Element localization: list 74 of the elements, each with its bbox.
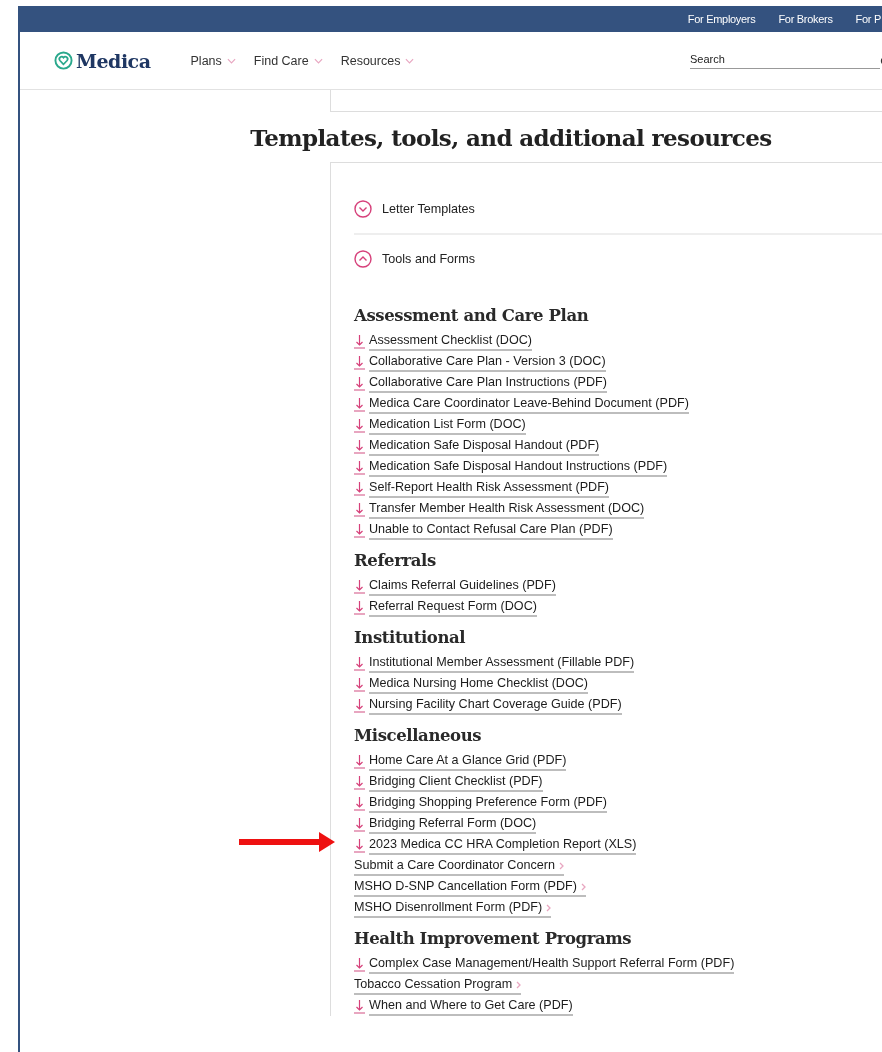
download-arrow-icon bbox=[354, 754, 365, 769]
chevron-down-icon bbox=[405, 57, 415, 64]
document-link[interactable]: Submit a Care Coordinator Concern bbox=[354, 858, 564, 876]
download-arrow-icon bbox=[354, 418, 365, 433]
top-nav-link[interactable]: For P bbox=[855, 13, 881, 25]
expand-icon bbox=[354, 200, 372, 218]
download-arrow-icon bbox=[354, 600, 365, 615]
document-link[interactable]: Medication Safe Disposal Handout (PDF) bbox=[369, 438, 600, 456]
download-arrow-icon bbox=[354, 656, 365, 671]
page-heading: Templates, tools, and additional resources bbox=[249, 124, 773, 151]
document-link[interactable]: Medication List Form (DOC) bbox=[369, 417, 526, 435]
section-heading: Miscellaneous bbox=[354, 725, 483, 747]
document-link[interactable]: Medica Nursing Home Checklist (DOC) bbox=[369, 676, 589, 694]
top-nav-link[interactable]: For Employers bbox=[687, 13, 756, 25]
document-link[interactable]: Referral Request Form (DOC) bbox=[369, 599, 537, 617]
document-link[interactable]: Bridging Shopping Preference Form (PDF) bbox=[369, 795, 607, 813]
document-link[interactable]: Assessment Checklist (DOC) bbox=[369, 333, 533, 351]
section-heading: Assessment and Care Plan bbox=[354, 305, 590, 327]
nav-menu-item[interactable]: Plans bbox=[190, 53, 236, 68]
download-arrow-icon bbox=[354, 397, 365, 412]
download-arrow-icon bbox=[354, 502, 365, 517]
document-link[interactable]: Home Care At a Glance Grid (PDF) bbox=[369, 753, 567, 771]
document-link[interactable]: Self-Report Health Risk Assessment (PDF) bbox=[369, 480, 610, 498]
document-link[interactable]: Collaborative Care Plan - Version 3 (DOC) bbox=[369, 354, 606, 372]
download-arrow-icon bbox=[354, 775, 365, 790]
document-link[interactable]: Tobacco Cessation Program bbox=[354, 977, 522, 995]
download-arrow-icon bbox=[354, 439, 365, 454]
download-arrow-icon bbox=[354, 957, 365, 972]
chevron-down-icon bbox=[313, 57, 323, 64]
download-arrow-icon bbox=[354, 481, 365, 496]
chevron-down-icon bbox=[226, 57, 236, 64]
document-link[interactable]: Bridging Client Checklist (PDF) bbox=[369, 774, 543, 792]
nav-menu-item[interactable]: Resources bbox=[340, 53, 415, 68]
chevron-right-icon bbox=[516, 980, 522, 989]
document-link[interactable]: 2023 Medica CC HRA Completion Report (XLS) bbox=[369, 837, 637, 855]
download-arrow-icon bbox=[354, 460, 365, 475]
accordion-toggle[interactable]: Tools and Forms bbox=[354, 247, 882, 271]
search-field[interactable]: Search bbox=[690, 52, 880, 69]
chevron-right-icon bbox=[558, 861, 564, 870]
section-heading: Institutional bbox=[354, 627, 467, 649]
download-arrow-icon bbox=[354, 999, 365, 1014]
section-heading: Health Improvement Programs bbox=[354, 928, 633, 950]
document-link[interactable]: Institutional Member Assessment (Fillable PDF) bbox=[369, 655, 635, 673]
download-arrow-icon bbox=[354, 698, 365, 713]
section-heading: Referrals bbox=[354, 550, 437, 572]
document-link[interactable]: Complex Case Management/Health Support Referral Form (PDF) bbox=[369, 956, 735, 974]
download-arrow-icon bbox=[354, 838, 365, 853]
document-link[interactable]: Nursing Facility Chart Coverage Guide (PDF) bbox=[369, 697, 622, 715]
accordion-toggle[interactable]: Letter Templates bbox=[354, 197, 882, 221]
download-arrow-icon bbox=[354, 523, 365, 538]
document-link[interactable]: MSHO D-SNP Cancellation Form (PDF) bbox=[354, 879, 586, 897]
download-arrow-icon bbox=[354, 796, 365, 811]
nav-menu-item[interactable]: Find Care bbox=[253, 53, 323, 68]
download-arrow-icon bbox=[354, 376, 365, 391]
document-link[interactable]: Bridging Referral Form (DOC) bbox=[369, 816, 537, 834]
document-link[interactable]: MSHO Disenrollment Form (PDF) bbox=[354, 900, 552, 918]
download-arrow-icon bbox=[354, 677, 365, 692]
document-link[interactable]: When and Where to Get Care (PDF) bbox=[369, 998, 573, 1016]
download-arrow-icon bbox=[354, 355, 365, 370]
collapse-icon bbox=[354, 250, 372, 268]
document-link[interactable]: Transfer Member Health Risk Assessment (DOC) bbox=[369, 501, 645, 519]
logo-icon bbox=[54, 51, 73, 70]
download-arrow-icon bbox=[354, 579, 365, 594]
chevron-right-icon bbox=[581, 882, 586, 891]
chevron-right-icon bbox=[546, 903, 552, 912]
document-link[interactable]: Medica Care Coordinator Leave-Behind Document (PDF) bbox=[369, 396, 689, 414]
document-link[interactable]: Claims Referral Guidelines (PDF) bbox=[369, 578, 556, 596]
download-arrow-icon bbox=[354, 334, 365, 349]
document-link[interactable]: Unable to Contact Refusal Care Plan (PDF) bbox=[369, 522, 613, 540]
document-link[interactable]: Collaborative Care Plan Instructions (PDF) bbox=[369, 375, 607, 393]
top-nav-link[interactable]: For Brokers bbox=[778, 13, 833, 25]
logo-wordmark[interactable]: Medica bbox=[76, 49, 151, 72]
download-arrow-icon bbox=[354, 817, 365, 832]
document-link[interactable]: Medication Safe Disposal Handout Instructions (PDF) bbox=[369, 459, 668, 477]
